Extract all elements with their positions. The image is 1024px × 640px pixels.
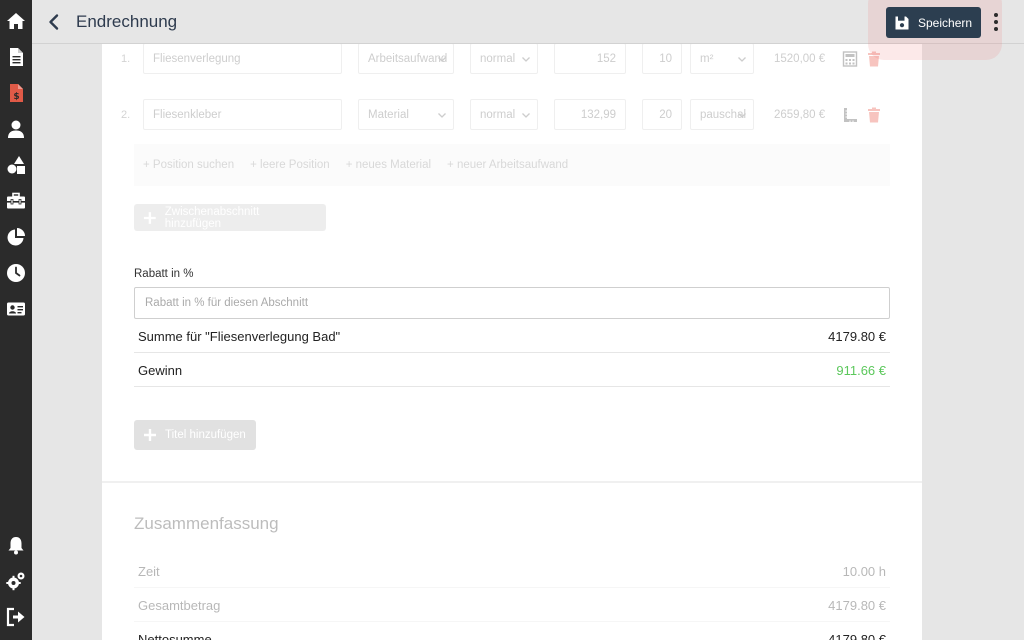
position-mode-value: normal bbox=[480, 108, 516, 121]
summary-row-value: 10.00 h bbox=[842, 564, 886, 579]
summary-row: Nettosumme 4179.80 € bbox=[134, 622, 890, 640]
invoice-icon[interactable]: $ bbox=[6, 83, 26, 103]
position-mode-select[interactable]: normal bbox=[470, 43, 538, 74]
id-card-icon[interactable] bbox=[6, 299, 26, 319]
user-icon[interactable] bbox=[6, 119, 26, 139]
chevron-down-icon bbox=[522, 57, 530, 62]
position-unit-select[interactable]: pauschal bbox=[690, 99, 754, 130]
position-mode-value: normal bbox=[480, 52, 516, 65]
position-type-select[interactable]: Arbeitsaufwand bbox=[358, 43, 454, 74]
position-number: 2. bbox=[121, 109, 131, 121]
summary-title: Zusammenfassung bbox=[134, 514, 279, 533]
ruler-icon[interactable] bbox=[842, 107, 858, 123]
chevron-down-icon bbox=[738, 57, 746, 62]
add-title-label: Titel hinzufügen bbox=[165, 429, 246, 441]
profit-label: Gewinn bbox=[138, 363, 183, 378]
logout-icon[interactable] bbox=[6, 607, 26, 627]
position-unit-select[interactable]: m² bbox=[690, 43, 754, 74]
floppy-disk-icon bbox=[895, 16, 909, 29]
position-unit-value: m² bbox=[700, 52, 714, 65]
summary-row-label: Gesamtbetrag bbox=[138, 598, 221, 613]
clock-icon[interactable] bbox=[6, 263, 26, 283]
new-labor-link[interactable]: + neuer Arbeitsaufwand bbox=[447, 159, 568, 171]
add-subsection-button[interactable]: Zwischenabschnitt hinzufügen bbox=[134, 204, 326, 231]
sidebar: $ bbox=[0, 0, 32, 640]
summary-row: Zeit 10.00 h bbox=[134, 554, 890, 588]
back-chevron-icon[interactable] bbox=[44, 12, 64, 32]
position-total: 1520,00 € bbox=[774, 53, 826, 65]
save-button-label: Speichern bbox=[918, 15, 973, 30]
position-price-input[interactable]: 132,99 bbox=[554, 99, 626, 130]
gears-icon[interactable] bbox=[6, 571, 26, 591]
section-sum-value: 4179.80 € bbox=[828, 329, 886, 344]
save-button[interactable]: Speichern bbox=[886, 7, 981, 38]
summary-row-label: Nettosumme bbox=[138, 632, 212, 640]
profit-row: Gewinn 911.66 € bbox=[134, 353, 890, 387]
section-sum-row: Summe für "Fliesenverlegung Bad" 4179.80… bbox=[134, 319, 890, 353]
chevron-down-icon bbox=[738, 113, 746, 118]
calculator-icon[interactable] bbox=[842, 51, 858, 67]
empty-position-link[interactable]: + leere Position bbox=[250, 159, 330, 171]
toolbox-icon[interactable] bbox=[6, 191, 26, 211]
position-type-select[interactable]: Material bbox=[358, 99, 454, 130]
add-position-bar: + Position suchen + leere Position + neu… bbox=[134, 144, 890, 186]
header-bar: Endrechnung Speichern bbox=[32, 0, 1024, 60]
search-position-link[interactable]: + Position suchen bbox=[143, 159, 234, 171]
discount-label: Rabatt in % bbox=[134, 268, 194, 280]
position-total: 2659,80 € bbox=[774, 109, 826, 121]
position-type-value: Material bbox=[368, 108, 409, 121]
position-name-input[interactable]: Fliesenverlegung bbox=[143, 43, 342, 74]
summary-row: Gesamtbetrag 4179.80 € bbox=[134, 588, 890, 622]
plus-icon bbox=[143, 211, 156, 224]
position-name-input[interactable]: Fliesenkleber bbox=[143, 99, 342, 130]
profit-value: 911.66 € bbox=[836, 363, 886, 378]
position-row: 2. Fliesenkleber Material normal 132,99 … bbox=[102, 84, 890, 140]
position-quantity-input[interactable]: 10 bbox=[642, 43, 682, 74]
add-title-button[interactable]: Titel hinzufügen bbox=[134, 420, 256, 450]
svg-text:$: $ bbox=[13, 92, 19, 102]
new-material-link[interactable]: + neues Material bbox=[346, 159, 431, 171]
chevron-down-icon bbox=[438, 57, 446, 62]
bell-icon[interactable] bbox=[6, 535, 26, 555]
trash-icon[interactable] bbox=[866, 107, 882, 123]
summary-row-value: 4179.80 € bbox=[828, 598, 886, 613]
plus-icon bbox=[144, 429, 156, 441]
pie-chart-icon[interactable] bbox=[6, 227, 26, 247]
more-options-icon[interactable] bbox=[991, 12, 1001, 32]
chevron-down-icon bbox=[522, 113, 530, 118]
position-price-input[interactable]: 152 bbox=[554, 43, 626, 74]
add-subsection-label: Zwischenabschnitt hinzufügen bbox=[164, 205, 260, 230]
page-title: Endrechnung bbox=[76, 12, 178, 31]
summary-row-value: 4179.80 € bbox=[828, 632, 886, 640]
home-icon[interactable] bbox=[6, 11, 26, 31]
chevron-down-icon bbox=[438, 113, 446, 118]
summary-row-label: Zeit bbox=[138, 564, 160, 579]
invoice-panel: 1. Fliesenverlegung Arbeitsaufwand norma… bbox=[102, 43, 922, 640]
position-mode-select[interactable]: normal bbox=[470, 99, 538, 130]
section-sum-label: Summe für "Fliesenverlegung Bad" bbox=[138, 329, 341, 344]
position-quantity-input[interactable]: 20 bbox=[642, 99, 682, 130]
section-divider bbox=[102, 481, 922, 483]
discount-input[interactable] bbox=[134, 287, 890, 319]
document-icon[interactable] bbox=[6, 47, 26, 67]
shapes-icon[interactable] bbox=[6, 155, 26, 175]
position-type-value: Arbeitsaufwand bbox=[368, 52, 448, 65]
position-number: 1. bbox=[121, 53, 131, 65]
